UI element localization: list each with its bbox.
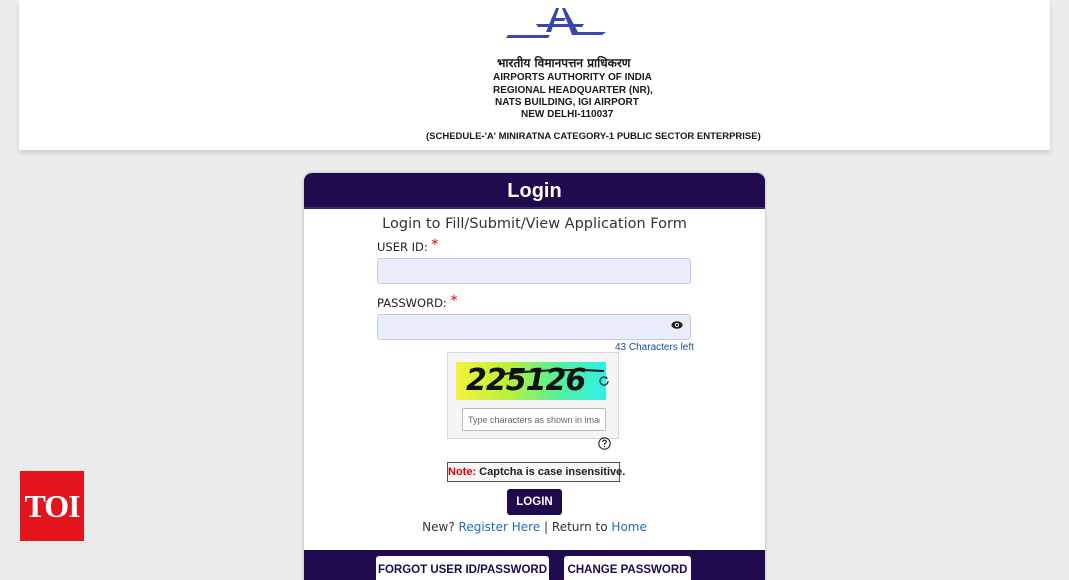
site-header: भारतीय विमानपत्तन प्राधिकरण AIRPORTS AUT…	[19, 0, 1050, 150]
aai-logo-icon	[506, 8, 606, 38]
password-label-text: PASSWORD:	[377, 296, 447, 310]
refresh-captcha-icon[interactable]	[598, 375, 610, 387]
toi-watermark-logo: TOI	[20, 471, 84, 541]
login-subtitle: Login to Fill/Submit/View Application Fo…	[382, 216, 687, 232]
links-separator: |	[544, 520, 549, 534]
required-mark: *	[450, 293, 458, 309]
captcha-image: 225126	[456, 362, 606, 400]
captcha-noise-line	[503, 369, 605, 375]
help-question-icon[interactable]	[598, 437, 611, 450]
required-mark: *	[431, 237, 439, 253]
password-label: PASSWORD: *	[377, 293, 458, 311]
register-link[interactable]: Register Here	[459, 520, 541, 534]
note-prefix: Note:	[448, 466, 477, 478]
return-text: Return to	[551, 520, 608, 534]
captcha-note: Note: Captcha is case insensitive.	[447, 462, 625, 482]
chars-left-counter: 43 Characters left	[615, 342, 694, 353]
note-text: Captcha is case insensitive.	[476, 466, 626, 478]
org-city: NEW DELHI-110037	[521, 109, 614, 120]
show-password-eye-icon[interactable]	[671, 320, 683, 330]
new-text: New?	[422, 520, 455, 534]
org-hindi-name: भारतीय विमानपत्तन प्राधिकरण	[497, 56, 631, 70]
auth-links: New? Register Here | Return to Home	[304, 520, 765, 534]
captcha-input[interactable]	[462, 408, 606, 431]
user-id-label-text: USER ID:	[377, 240, 428, 254]
user-id-input[interactable]	[377, 258, 691, 284]
org-region: REGIONAL HEADQUARTER (NR),	[493, 85, 653, 96]
password-input[interactable]	[377, 314, 691, 340]
change-password-button[interactable]: CHANGE PASSWORD	[564, 556, 691, 580]
org-name: AIRPORTS AUTHORITY OF INDIA	[493, 72, 652, 83]
captcha-panel: 225126	[447, 352, 619, 439]
login-footer: FORGOT USER ID/PASSWORD CHANGE PASSWORD	[304, 550, 765, 580]
login-title: Login	[304, 173, 765, 209]
home-link[interactable]: Home	[611, 520, 646, 534]
user-id-label: USER ID: *	[377, 237, 439, 255]
forgot-password-button[interactable]: FORGOT USER ID/PASSWORD	[376, 556, 549, 580]
org-category: (SCHEDULE-'A' MINIRATNA CATEGORY-1 PUBLI…	[426, 131, 761, 142]
org-building: NATS BUILDING, IGI AIRPORT	[495, 97, 639, 108]
login-button[interactable]: LOGIN	[507, 489, 562, 515]
login-card: Login Login to Fill/Submit/View Applicat…	[304, 173, 765, 580]
